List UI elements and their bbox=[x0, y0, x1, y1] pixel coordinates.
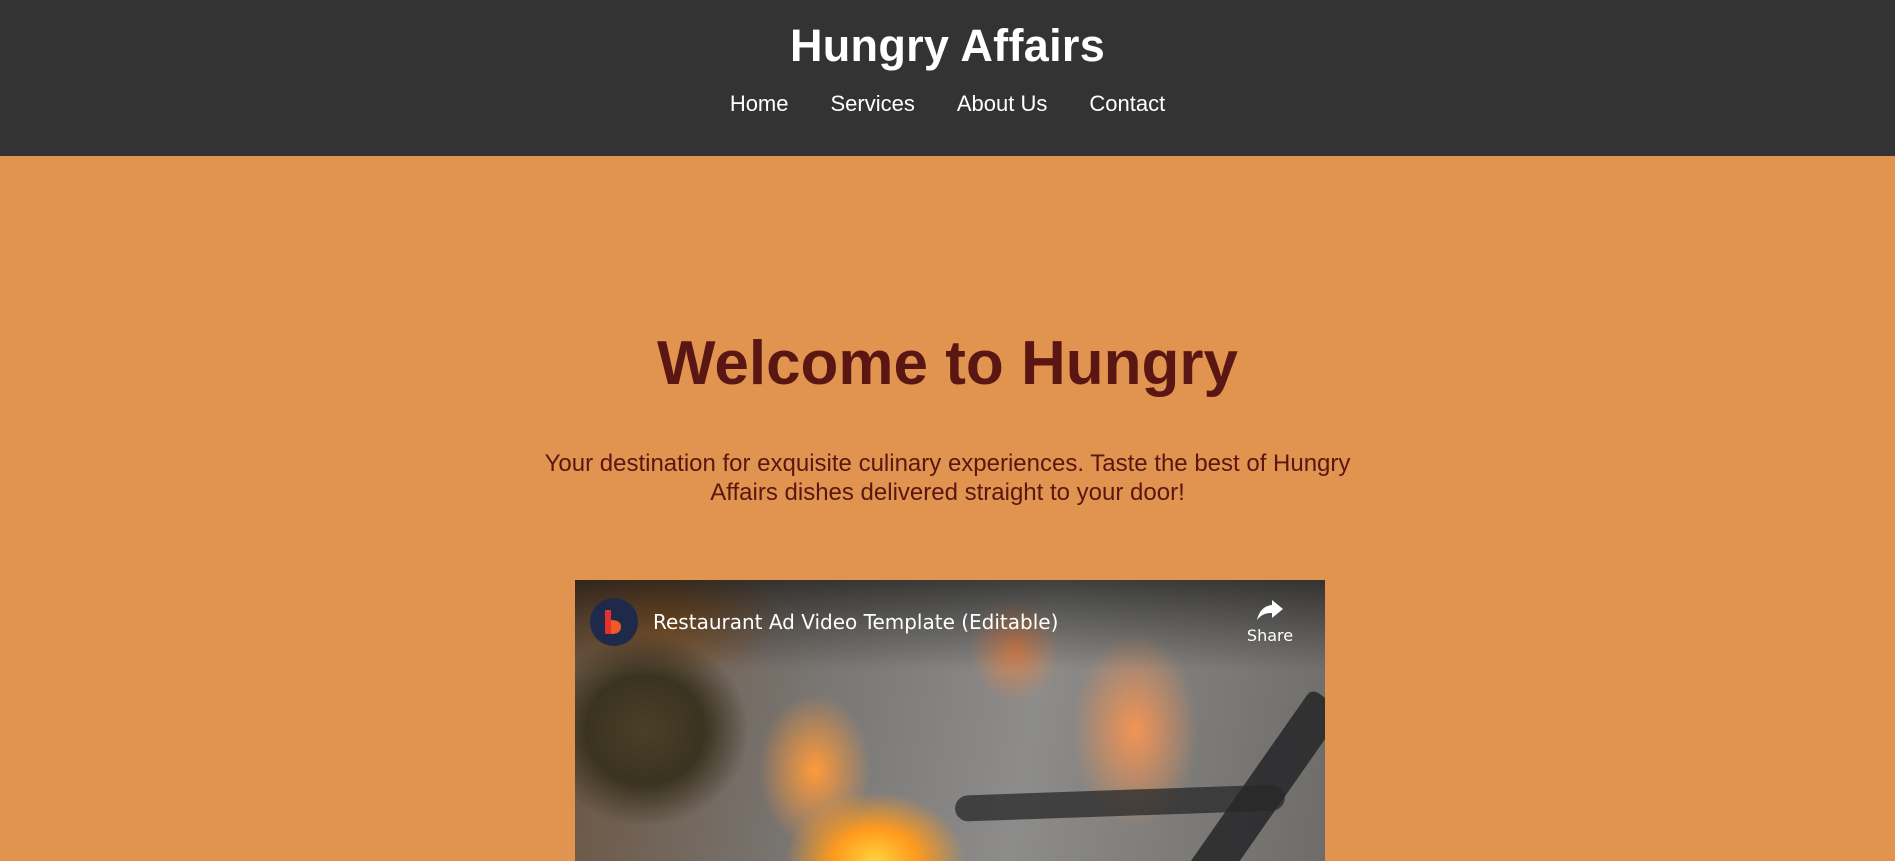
share-button[interactable]: Share bbox=[1235, 598, 1305, 646]
nav-home-link[interactable]: Home bbox=[709, 91, 810, 117]
embedded-video-player[interactable]: Restaurant Ad Video Template (Editable) … bbox=[575, 580, 1325, 861]
site-header: Hungry Affairs Home Services About Us Co… bbox=[0, 0, 1895, 156]
hero-title: Welcome to Hungry bbox=[656, 329, 1239, 398]
nav-about-us-link[interactable]: About Us bbox=[936, 91, 1069, 117]
share-label: Share bbox=[1246, 626, 1294, 645]
share-arrow-icon bbox=[1257, 600, 1283, 620]
video-title-link[interactable]: Restaurant Ad Video Template (Editable) bbox=[653, 609, 1058, 635]
channel-logo-icon[interactable] bbox=[590, 598, 638, 646]
channel-logo-mark-icon bbox=[605, 610, 621, 634]
main-nav: Home Services About Us Contact bbox=[0, 91, 1895, 117]
site-title: Hungry Affairs bbox=[789, 20, 1106, 71]
hero-subtitle: Your destination for exquisite culinary … bbox=[544, 450, 1351, 506]
nav-services-link[interactable]: Services bbox=[810, 91, 936, 117]
nav-contact-link[interactable]: Contact bbox=[1068, 91, 1186, 117]
